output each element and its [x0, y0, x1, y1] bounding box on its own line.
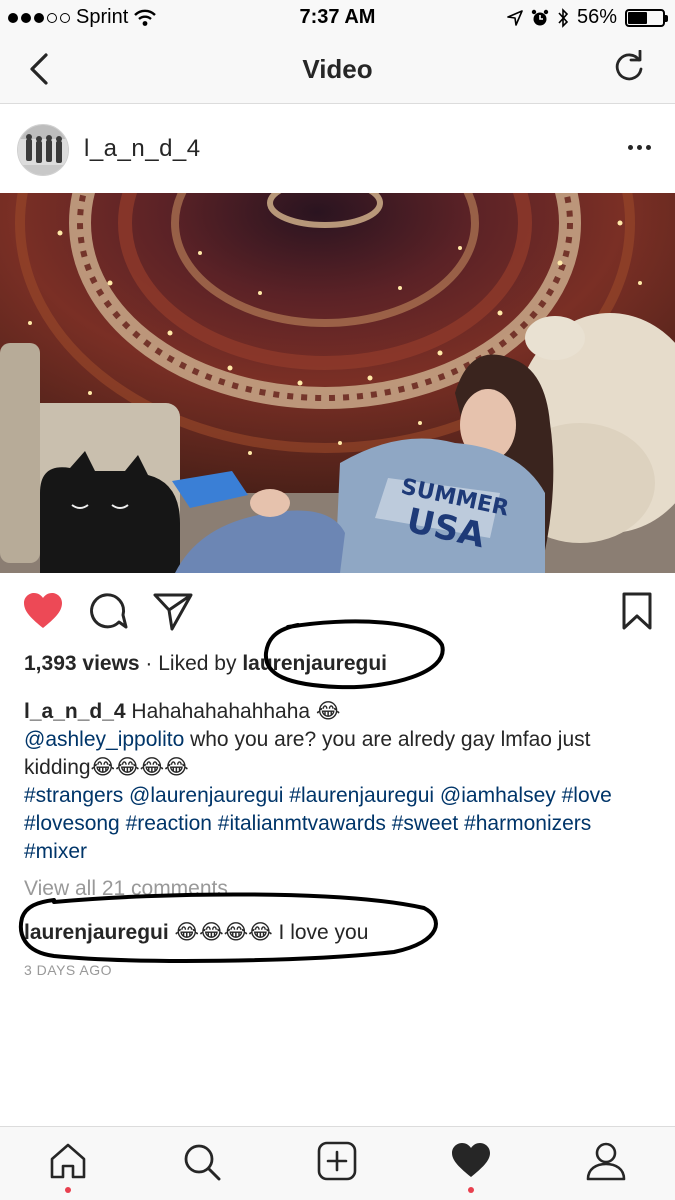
search-icon [184, 1144, 221, 1181]
notification-dot [65, 1187, 71, 1193]
page-title: Video [302, 54, 373, 84]
liked-by-prefix: · Liked by [139, 652, 243, 675]
home-icon [50, 1143, 86, 1179]
add-icon [317, 1141, 357, 1181]
tab-search[interactable] [180, 1141, 224, 1191]
send-icon[interactable] [152, 591, 194, 631]
more-icon[interactable] [628, 145, 651, 150]
status-indicators: 56% [507, 6, 668, 29]
avatar[interactable] [17, 124, 69, 176]
location-arrow-icon [507, 9, 523, 26]
battery-level-fill [628, 11, 648, 24]
post-timestamp: 3 DAYS AGO [24, 962, 112, 978]
bookmark-icon[interactable] [620, 591, 654, 631]
post-actions [0, 585, 675, 641]
battery-icon [625, 8, 668, 27]
battery-percent: 56% [576, 6, 617, 28]
profile-icon [586, 1142, 626, 1181]
video-player[interactable]: SUMMER USA [0, 193, 675, 573]
bluetooth-icon [558, 7, 569, 28]
bottom-tab-bar [0, 1126, 675, 1200]
avatar-image [18, 125, 68, 175]
notification-dot [468, 1187, 474, 1193]
tab-add[interactable] [315, 1141, 359, 1191]
caption-mention[interactable]: @ashley_ippolito [24, 728, 184, 751]
post-header: l_a_n_d_4 [0, 105, 675, 193]
comment-text: 😂😂😂😂 I love you [168, 921, 369, 944]
alarm-clock-icon [531, 9, 549, 25]
navigation-bar: Video [0, 34, 675, 104]
tab-profile[interactable] [584, 1141, 628, 1191]
view-all-comments-link[interactable]: View all 21 comments [24, 877, 228, 901]
caption-username[interactable]: l_a_n_d_4 [24, 700, 126, 723]
caption-text: Hahahahahahhaha 😂 [125, 700, 341, 723]
views-count[interactable]: 1,393 views [24, 652, 140, 675]
comment-username[interactable]: laurenjauregui [24, 921, 169, 944]
video-frame: SUMMER USA [0, 193, 675, 573]
heart-icon [452, 1143, 490, 1177]
heart-icon[interactable] [22, 591, 64, 631]
tab-home[interactable] [46, 1141, 90, 1193]
status-bar: Sprint 7:37 AM 56% [0, 0, 675, 34]
comment-row: laurenjauregui 😂😂😂😂 I love you [24, 920, 368, 945]
post-caption: l_a_n_d_4 Hahahahahahhaha 😂 @ashley_ippo… [24, 698, 654, 866]
caption-hashtags[interactable]: #strangers @laurenjauregui #laurenjaureg… [24, 784, 612, 863]
refresh-icon[interactable] [611, 50, 647, 86]
post-username[interactable]: l_a_n_d_4 [84, 135, 201, 163]
comment-icon[interactable] [88, 591, 128, 631]
views-liked-line: 1,393 views · Liked by laurenjauregui [24, 652, 387, 676]
tab-activity[interactable] [449, 1141, 493, 1193]
liked-by-user[interactable]: laurenjauregui [242, 652, 387, 675]
